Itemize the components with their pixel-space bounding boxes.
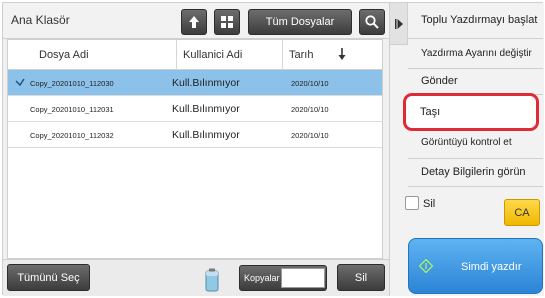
app-window: Ana Klasör Tüm Dosyalar Dosya Adi Kullan… — [2, 2, 544, 296]
select-all-button[interactable]: Tümünü Seç — [7, 264, 90, 291]
table-row[interactable]: Copy_20201010_112031 Kull.Bılınmıyor 202… — [8, 96, 382, 122]
collapse-arrow-icon — [394, 18, 403, 29]
check-icon — [15, 78, 25, 87]
start-icon — [419, 259, 433, 273]
clear-all-label: CA — [514, 206, 530, 219]
column-header-user-name[interactable]: Kullanici Adi — [176, 40, 276, 70]
all-folders-button[interactable]: Tüm Dosyalar — [248, 9, 352, 35]
menu-send[interactable]: Gönder — [408, 69, 543, 95]
all-folders-label: Tüm Dosyalar — [265, 16, 335, 28]
copies-input[interactable] — [281, 268, 325, 288]
file-date: 2020/10/10 — [291, 78, 329, 88]
toner-icon — [205, 268, 219, 292]
delete-button[interactable]: Sil — [337, 264, 385, 291]
column-header-file-name[interactable]: Dosya Adi — [39, 40, 89, 70]
grid-icon — [221, 16, 233, 28]
file-table: Dosya Adi Kullanici Adi Tarıh Copy_20201… — [7, 39, 383, 259]
select-all-label: Tümünü Seç — [17, 271, 80, 284]
menu-check-image[interactable]: Görüntüyü kontrol et — [408, 127, 543, 159]
parent-folder-button[interactable] — [181, 9, 207, 35]
bottom-toolbar: Tümünü Seç Kopyalar Sil — [3, 259, 389, 296]
file-date: 2020/10/10 — [291, 104, 329, 114]
copies-control: Kopyalar — [239, 265, 327, 291]
menu-move[interactable]: Taşı — [403, 93, 539, 131]
thumbnail-view-button[interactable] — [214, 9, 240, 35]
arrow-up-icon — [189, 16, 199, 28]
collapse-panel-button[interactable] — [390, 3, 408, 45]
column-header-date[interactable]: Tarıh — [282, 40, 382, 70]
menu-batch-print[interactable]: Toplu Yazdırmayı başlat — [408, 3, 543, 39]
arrow-down-icon[interactable] — [338, 47, 346, 61]
menu-move-label: Taşı — [420, 106, 441, 118]
print-now-label: Simdi yazdır — [461, 261, 522, 273]
delete-label: Sil — [354, 271, 368, 284]
search-button[interactable] — [359, 9, 385, 35]
table-header: Dosya Adi Kullanici Adi Tarıh — [8, 40, 382, 70]
file-name: Copy_20201010_112032 — [30, 130, 114, 140]
menu-change-print-settings[interactable]: Yazdırma Ayarını değiştir — [408, 39, 543, 69]
file-list-header: Ana Klasör Tüm Dosyalar — [3, 3, 389, 39]
clear-all-button[interactable]: CA — [504, 199, 540, 226]
print-now-button[interactable]: Simdi yazdır — [408, 238, 543, 294]
user-name: Kull.Bılınmıyor — [172, 103, 240, 115]
delete-checkbox[interactable] — [405, 196, 419, 210]
file-name: Copy_20201010_112030 — [30, 78, 114, 88]
delete-checkbox-label: Sil — [423, 198, 436, 210]
menu-detail-info[interactable]: Detay Bilgilerin görün — [408, 159, 543, 187]
file-name: Copy_20201010_112031 — [30, 104, 114, 114]
user-name: Kull.Bılınmıyor — [172, 129, 240, 141]
table-row[interactable]: Copy_20201010_112030 Kull.Bılınmıyor 202… — [8, 70, 382, 96]
table-row[interactable]: Copy_20201010_112032 Kull.Bılınmıyor 202… — [8, 122, 382, 148]
folder-title: Ana Klasör — [11, 13, 70, 27]
file-date: 2020/10/10 — [291, 130, 329, 140]
action-panel: Toplu Yazdırmayı başlat Yazdırma Ayarını… — [389, 3, 544, 296]
user-name: Kull.Bılınmıyor — [172, 77, 240, 89]
search-icon — [365, 15, 379, 29]
copies-label: Kopyalar — [244, 273, 280, 283]
